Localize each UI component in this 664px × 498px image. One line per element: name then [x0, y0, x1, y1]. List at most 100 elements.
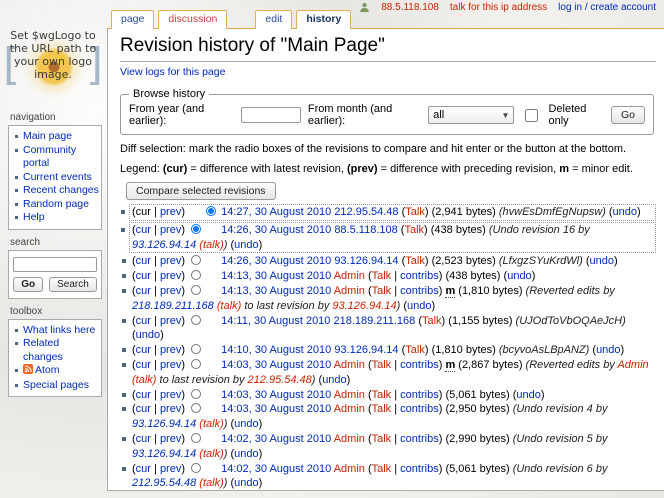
- user-talk-link[interactable]: Talk: [372, 270, 392, 282]
- cur-link[interactable]: cur: [136, 344, 151, 356]
- sidebar-item-random-page[interactable]: Random page: [13, 198, 99, 212]
- prev-link[interactable]: prev: [160, 224, 181, 236]
- cur-link[interactable]: cur: [136, 359, 151, 371]
- revision-time-link[interactable]: 14:13, 30 August 2010: [221, 270, 331, 282]
- revision-time-link[interactable]: 14:26, 30 August 2010: [221, 224, 331, 236]
- comment-link[interactable]: 93.126.94.14: [332, 300, 396, 312]
- login-link[interactable]: log in / create account: [558, 2, 656, 13]
- sidebar-item-special-pages[interactable]: Special pages: [13, 379, 99, 393]
- user-contribs-link[interactable]: contribs: [400, 389, 439, 401]
- comment-link[interactable]: (talk): [199, 448, 223, 460]
- revision-user-link[interactable]: 212.95.54.48: [334, 206, 398, 218]
- revision-select-radio[interactable]: [191, 389, 201, 399]
- revision-user-link[interactable]: 93.126.94.14: [334, 255, 398, 267]
- revision-select-radio[interactable]: [191, 315, 201, 325]
- search-go-button[interactable]: Go: [13, 277, 43, 292]
- cur-link[interactable]: cur: [136, 403, 151, 415]
- revision-user-link[interactable]: Admin: [334, 285, 365, 297]
- prev-link[interactable]: prev: [160, 403, 181, 415]
- revision-select-radio[interactable]: [191, 463, 201, 473]
- tab-edit[interactable]: edit: [255, 10, 292, 29]
- cur-link[interactable]: cur: [136, 270, 151, 282]
- prev-link[interactable]: prev: [160, 315, 181, 327]
- cur-link[interactable]: cur: [136, 285, 151, 297]
- comment-link[interactable]: (talk): [199, 418, 223, 430]
- revision-select-radio[interactable]: [191, 255, 201, 265]
- user-contribs-link[interactable]: contribs: [400, 270, 439, 282]
- search-input[interactable]: [13, 257, 97, 272]
- revision-time-link[interactable]: 14:26, 30 August 2010: [221, 255, 331, 267]
- tab-history[interactable]: history: [296, 10, 351, 29]
- revision-time-link[interactable]: 14:03, 30 August 2010: [221, 359, 331, 371]
- prev-link[interactable]: prev: [160, 270, 181, 282]
- sidebar-item-main-page[interactable]: Main page: [13, 130, 99, 144]
- sidebar-item-help[interactable]: Help: [13, 211, 99, 225]
- tab-discussion[interactable]: discussion: [158, 10, 227, 29]
- prev-link[interactable]: prev: [160, 344, 181, 356]
- revision-select-radio[interactable]: [191, 433, 201, 443]
- comment-link[interactable]: 93.126.94.14: [132, 239, 196, 251]
- comment-link[interactable]: 212.95.54.48: [248, 374, 312, 386]
- revision-time-link[interactable]: 14:03, 30 August 2010: [221, 403, 331, 415]
- revision-select-radio[interactable]: [191, 344, 201, 354]
- deleted-only-checkbox[interactable]: [525, 109, 538, 122]
- cur-link[interactable]: cur: [136, 315, 151, 327]
- revision-user-link[interactable]: Admin: [334, 270, 365, 282]
- user-talk-link[interactable]: Talk: [422, 315, 442, 327]
- user-talk-link[interactable]: Talk: [405, 255, 425, 267]
- undo-link[interactable]: undo: [234, 448, 258, 460]
- revision-time-link[interactable]: 14:02, 30 August 2010: [221, 433, 331, 445]
- user-talk-link[interactable]: Talk: [372, 463, 392, 475]
- undo-link[interactable]: undo: [234, 477, 258, 489]
- comment-link[interactable]: 93.126.94.14: [132, 418, 196, 430]
- undo-link[interactable]: undo: [507, 270, 531, 282]
- undo-link[interactable]: undo: [234, 239, 258, 251]
- revision-select-radio[interactable]: [191, 270, 201, 280]
- user-talk-link[interactable]: Talk: [372, 433, 392, 445]
- user-contribs-link[interactable]: contribs: [400, 285, 439, 297]
- cur-link[interactable]: cur: [136, 224, 151, 236]
- from-year-input[interactable]: [241, 107, 301, 123]
- user-talk-link[interactable]: Talk: [372, 359, 392, 371]
- revision-user-link[interactable]: Admin: [334, 389, 365, 401]
- prev-link[interactable]: prev: [160, 433, 181, 445]
- revision-time-link[interactable]: 14:27, 30 August 2010: [221, 206, 331, 218]
- user-contribs-link[interactable]: contribs: [400, 403, 439, 415]
- comment-link[interactable]: Admin: [617, 359, 648, 371]
- revision-select-radio[interactable]: [191, 403, 201, 413]
- user-talk-link[interactable]: Talk: [405, 344, 425, 356]
- view-logs-link[interactable]: View logs for this page: [120, 66, 225, 78]
- user-talk-link[interactable]: Talk: [372, 403, 392, 415]
- comment-link[interactable]: (talk): [132, 374, 156, 386]
- user-contribs-link[interactable]: contribs: [400, 433, 439, 445]
- revision-user-link[interactable]: Admin: [334, 359, 365, 371]
- revision-time-link[interactable]: 14:02, 30 August 2010: [221, 463, 331, 475]
- revision-user-link[interactable]: 218.189.211.168: [333, 315, 415, 327]
- comment-link[interactable]: 218.189.211.168: [132, 300, 214, 312]
- user-talk-link[interactable]: Talk: [404, 224, 424, 236]
- prev-link[interactable]: prev: [160, 255, 181, 267]
- user-ip-link[interactable]: 88.5.118.108: [381, 2, 439, 13]
- browse-go-button[interactable]: Go: [611, 106, 645, 124]
- comment-link[interactable]: (talk): [199, 477, 223, 489]
- revision-time-link[interactable]: 14:11, 30 August 2010: [221, 315, 330, 327]
- revision-user-link[interactable]: Admin: [334, 403, 365, 415]
- undo-link[interactable]: undo: [407, 300, 431, 312]
- comment-link[interactable]: 93.126.94.14: [132, 448, 196, 460]
- cur-link[interactable]: cur: [136, 463, 151, 475]
- undo-link[interactable]: undo: [136, 329, 160, 341]
- comment-link[interactable]: (talk): [217, 300, 241, 312]
- compare-selected-revisions-button-top[interactable]: Compare selected revisions: [126, 182, 276, 200]
- revision-user-link[interactable]: 93.126.94.14: [334, 344, 398, 356]
- prev-link[interactable]: prev: [160, 285, 181, 297]
- undo-link[interactable]: undo: [234, 418, 258, 430]
- undo-link[interactable]: undo: [613, 206, 637, 218]
- sidebar-item-community-portal[interactable]: Community portal: [13, 144, 99, 171]
- revision-time-link[interactable]: 14:13, 30 August 2010: [221, 285, 331, 297]
- undo-link[interactable]: undo: [596, 344, 620, 356]
- user-talk-link[interactable]: Talk: [372, 285, 392, 297]
- undo-link[interactable]: undo: [322, 374, 346, 386]
- cur-link[interactable]: cur: [136, 255, 151, 267]
- revision-select-radio[interactable]: [206, 206, 216, 216]
- user-contribs-link[interactable]: contribs: [400, 359, 439, 371]
